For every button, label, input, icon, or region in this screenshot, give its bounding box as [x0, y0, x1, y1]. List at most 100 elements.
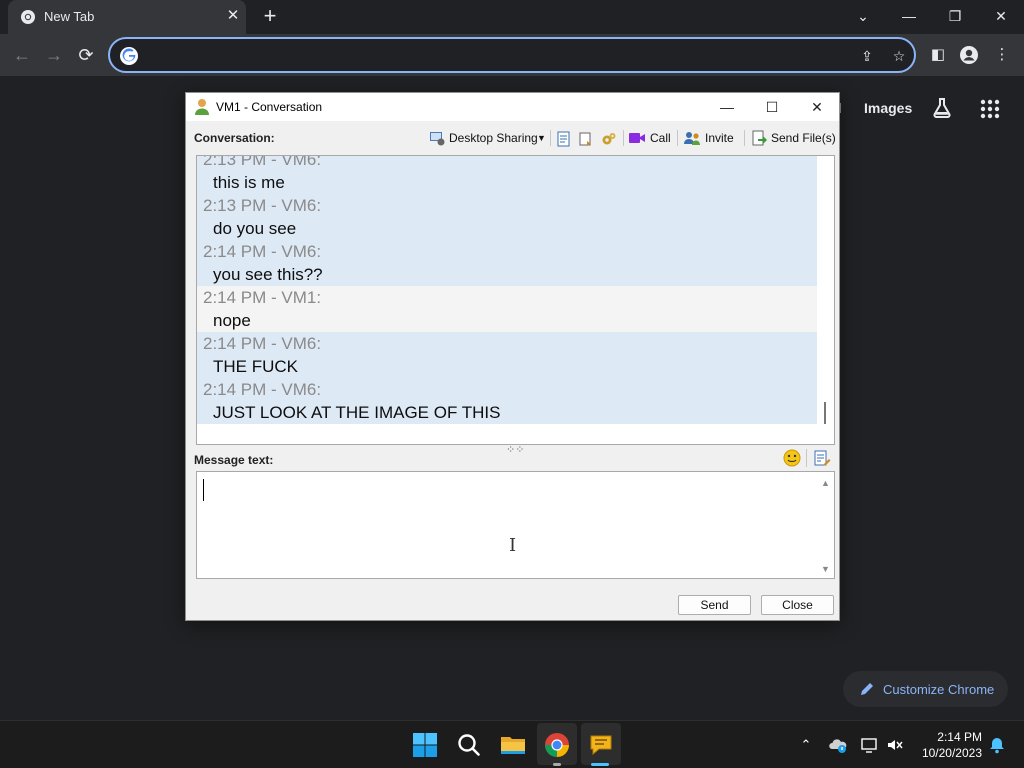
toolbar-separator	[677, 130, 678, 146]
clock-date: 10/20/2023	[921, 746, 982, 760]
chrome-taskbar-icon[interactable]	[543, 731, 571, 759]
message-meta: 2:14 PM - VM6:	[203, 380, 322, 399]
call-button[interactable]: Call	[629, 128, 671, 148]
conversation-window: VM1 - Conversation — ☐ ✕ Conversation: D…	[185, 92, 840, 621]
browser-menu-icon[interactable]: ⋮	[992, 45, 1012, 65]
toolbar-separator	[623, 130, 624, 146]
network-display-icon[interactable]	[860, 736, 878, 754]
message-text: you see this??	[213, 265, 323, 284]
browser-restore-button[interactable]: ❐	[941, 3, 969, 29]
clock-time: 2:14 PM	[937, 730, 982, 744]
message-item: 2:13 PM - VM6: do you see	[197, 194, 817, 240]
browser-tabstrip: New Tab ✕ + ⌄ — ❐ ✕	[0, 0, 1024, 34]
file-transfer-icon[interactable]	[578, 131, 594, 147]
tab-title: New Tab	[44, 9, 95, 24]
scroll-up-icon[interactable]: ▲	[821, 478, 830, 488]
desktop-sharing-button[interactable]: Desktop Sharing ▼	[429, 128, 547, 148]
send-file-icon	[752, 130, 767, 146]
ibeam-cursor-icon: I	[509, 535, 517, 556]
labs-flask-icon[interactable]	[930, 96, 954, 120]
pencil-icon	[861, 683, 873, 695]
dialog-close-button[interactable]: ✕	[802, 95, 832, 119]
history-scrollbar-thumb[interactable]	[824, 402, 826, 424]
message-text: THE FUCK	[213, 357, 298, 376]
desktop-sharing-icon	[430, 132, 445, 146]
message-meta: 2:13 PM - VM6:	[203, 155, 322, 169]
emoticon-icon[interactable]	[783, 449, 801, 467]
browser-close-button[interactable]: ✕	[987, 3, 1015, 29]
close-button[interactable]: Close	[761, 595, 834, 615]
message-text: do you see	[213, 219, 297, 238]
text-caret	[203, 479, 204, 501]
google-g-icon	[120, 47, 138, 65]
invite-button[interactable]: Invite	[684, 128, 738, 148]
windows-start-icon[interactable]	[411, 731, 439, 759]
address-bar[interactable]: ⇪ ☆	[108, 37, 916, 73]
messenger-taskbar-icon[interactable]	[587, 731, 615, 759]
dropdown-arrow-icon: ▼	[537, 133, 546, 143]
tab-search-chevron-icon[interactable]: ⌄	[849, 3, 877, 29]
message-item: 2:13 PM - VM6: this is me	[197, 155, 817, 194]
customize-chrome-label: Customize Chrome	[883, 682, 995, 697]
whiteboard-icon[interactable]	[556, 131, 572, 147]
bookmark-star-icon[interactable]: ☆	[890, 47, 908, 65]
back-arrow-icon[interactable]: ←	[10, 43, 34, 67]
dialog-minimize-button[interactable]: —	[712, 95, 742, 119]
notification-bell-icon[interactable]	[988, 736, 1006, 754]
history-scrollbar[interactable]	[817, 156, 834, 444]
show-hidden-icons-chevron-icon[interactable]: ⌃	[797, 736, 815, 754]
onedrive-status-icon[interactable]	[829, 736, 847, 754]
messenger-user-icon	[195, 99, 209, 115]
search-icon[interactable]	[455, 731, 483, 759]
message-text: JUST LOOK AT THE IMAGE OF THIS	[213, 403, 501, 422]
scroll-down-icon[interactable]: ▼	[821, 564, 830, 574]
toolbar-separator	[550, 130, 551, 146]
message-meta: 2:13 PM - VM6:	[203, 196, 322, 215]
message-text: nope	[213, 311, 251, 330]
chrome-icon	[21, 10, 35, 24]
browser-toolbar: ← → ⟳ ⇪ ☆ ◧ ⋮	[0, 34, 1024, 76]
message-list: 2:13 PM - VM6: this is me 2:13 PM - VM6:…	[197, 155, 817, 424]
conversation-titlebar[interactable]: VM1 - Conversation — ☐ ✕	[186, 93, 839, 121]
google-apps-grid-icon[interactable]	[980, 99, 1000, 119]
taskbar-focused-indicator	[591, 763, 609, 766]
taskbar-running-indicator	[553, 763, 561, 766]
taskbar-clock[interactable]: 2:14 PM 10/20/2023	[912, 729, 982, 761]
browser-minimize-button[interactable]: —	[895, 3, 923, 29]
file-explorer-icon[interactable]	[499, 731, 527, 759]
invite-users-icon	[684, 132, 700, 145]
settings-gears-icon[interactable]	[601, 131, 617, 147]
message-text: this is me	[213, 173, 285, 192]
message-item: 2:14 PM - VM1: nope	[197, 286, 817, 332]
conversation-label: Conversation:	[194, 131, 275, 145]
new-tab-button[interactable]: +	[258, 5, 282, 29]
message-item: 2:14 PM - VM6: you see this??	[197, 240, 817, 286]
browser-tab-new-tab[interactable]: New Tab ✕	[8, 0, 246, 34]
profile-avatar-icon[interactable]	[959, 45, 979, 65]
message-item: 2:14 PM - VM6: THE FUCK	[197, 332, 817, 378]
message-text-label: Message text:	[194, 453, 274, 467]
conversation-history[interactable]: 2:13 PM - VM6: this is me 2:13 PM - VM6:…	[196, 155, 835, 445]
customize-chrome-button[interactable]: Customize Chrome	[843, 671, 1008, 707]
tab-close-icon[interactable]: ✕	[224, 7, 242, 25]
reload-icon[interactable]: ⟳	[74, 43, 98, 67]
input-scrollbar[interactable]: ▲ ▼	[817, 472, 834, 578]
forward-arrow-icon[interactable]: →	[42, 43, 66, 67]
dialog-maximize-button[interactable]: ☐	[757, 95, 787, 119]
pane-splitter[interactable]: ⁘⁘	[506, 443, 524, 456]
side-panel-icon[interactable]: ◧	[928, 45, 948, 65]
font-format-icon[interactable]	[813, 449, 831, 467]
message-input[interactable]: I ▲ ▼	[196, 471, 835, 579]
toolbar-separator	[806, 449, 807, 467]
message-meta: 2:14 PM - VM1:	[203, 288, 322, 307]
message-meta: 2:14 PM - VM6:	[203, 242, 322, 261]
images-link[interactable]: Images	[864, 100, 912, 116]
message-item: 2:14 PM - VM6: JUST LOOK AT THE IMAGE OF…	[197, 378, 817, 424]
send-button[interactable]: Send	[678, 595, 751, 615]
share-icon[interactable]: ⇪	[858, 47, 876, 65]
toolbar-separator	[744, 130, 745, 146]
message-meta: 2:14 PM - VM6:	[203, 334, 322, 353]
conversation-title: VM1 - Conversation	[216, 100, 323, 114]
send-files-button[interactable]: Send File(s)	[751, 128, 836, 148]
volume-muted-icon[interactable]	[886, 736, 904, 754]
